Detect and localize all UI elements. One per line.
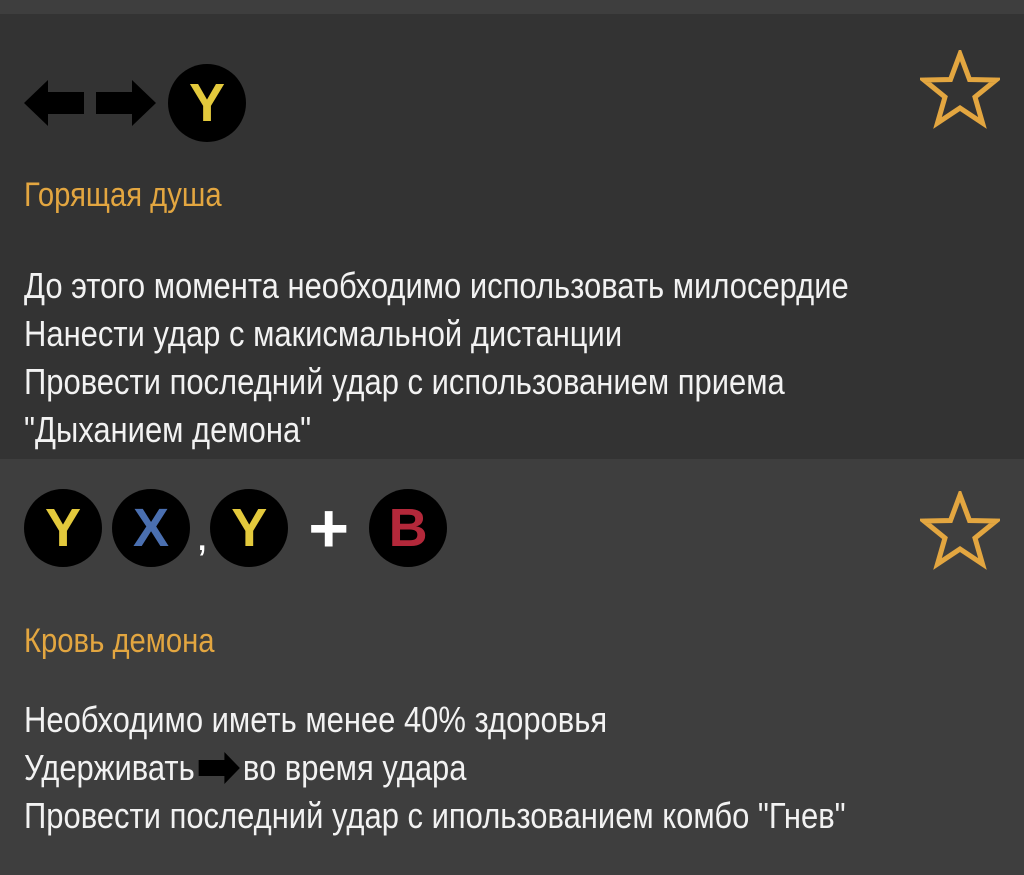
combo-card-burning-soul[interactable]: Y Горящая душа До этого момента необходи… [0,14,1024,459]
description-line: Провести последний удар с иполь­зованием… [24,795,846,836]
description-text: Удерживать [24,747,195,788]
combo-title: Кровь демона [24,622,215,660]
combo-description: Необходимо иметь менее 40% здоровья Удер… [24,696,846,840]
arrow-right-icon [198,752,240,784]
description-line: "Дыханием демона" [24,409,312,450]
combo-separator-plus: + [308,489,350,567]
arrow-right-icon [96,80,156,126]
description-line: Удерживать во время удара [24,744,846,792]
button-x: X [112,489,190,567]
button-b: B [369,489,448,567]
description-text: во время удара [242,747,467,788]
arrow-left-icon [24,80,84,126]
combo-title: Горящая душа [24,176,222,214]
star-outline-icon[interactable] [920,50,1000,130]
combo-description: До этого момента необходимо использовать… [24,262,849,454]
description-line: Необходимо иметь менее 40% здоровья [24,699,608,740]
top-strip [0,0,1024,14]
button-y: Y [24,489,102,567]
combo-sequence: Y [24,64,246,142]
description-line: До этого момента необходимо использовать… [24,265,849,306]
button-y: Y [210,489,289,567]
button-y: Y [168,64,246,142]
combo-separator-comma: , [196,511,209,560]
star-outline-icon[interactable] [920,491,1000,571]
combo-sequence: Y X , Y + B [24,489,448,567]
description-line: Провести последний удар с использованием… [24,361,785,402]
description-line: Нанести удар с макисмальной дистанции [24,313,623,354]
